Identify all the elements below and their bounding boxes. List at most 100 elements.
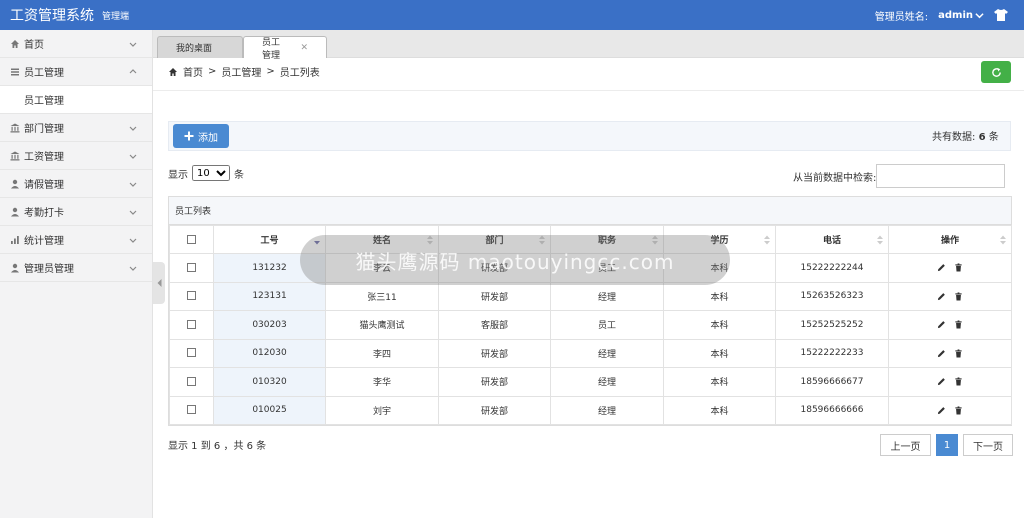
cell-education: 本科 xyxy=(663,395,776,425)
cell-actions xyxy=(888,310,1012,340)
cell-actions xyxy=(888,367,1012,397)
cell-id: 030203 xyxy=(213,310,326,340)
edit-icon[interactable] xyxy=(937,377,946,386)
cell-actions xyxy=(888,281,1012,311)
row-checkbox[interactable] xyxy=(187,291,196,301)
cell-department: 研发部 xyxy=(438,395,551,425)
sort-icon xyxy=(764,235,770,245)
user-area: 管理员姓名: admin xyxy=(875,8,1024,23)
cell-position: 经理 xyxy=(550,367,664,397)
refresh-icon xyxy=(991,67,1001,77)
cell-education: 本科 xyxy=(663,281,776,311)
table-info: 显示 1 到 6 ，共 6 条 xyxy=(168,441,267,452)
refresh-button[interactable] xyxy=(981,61,1011,83)
trash-icon[interactable] xyxy=(954,349,963,358)
close-icon[interactable]: ✕ xyxy=(300,43,308,53)
sidebar-subitem-employee-management[interactable]: 员工管理 xyxy=(0,86,152,114)
sidebar-item-attendance[interactable]: 考勤打卡 xyxy=(0,198,152,226)
trash-icon[interactable] xyxy=(954,263,963,272)
sidebar-item-label: 员工管理 xyxy=(24,68,64,79)
chevron-down-icon xyxy=(129,210,137,215)
row-checkbox[interactable] xyxy=(187,405,196,415)
trash-icon[interactable] xyxy=(954,377,963,386)
header-divider xyxy=(153,90,1024,91)
tab-bar: 我的桌面 员工管理 ✕ xyxy=(153,30,1024,61)
breadcrumb: 首页 > 员工管理 > 员工列表 xyxy=(168,64,320,79)
header-phone[interactable]: 电话 xyxy=(775,225,889,254)
chevron-down-icon xyxy=(129,182,137,187)
edit-icon[interactable] xyxy=(937,320,946,329)
cell-name: 猫头鹰测试 xyxy=(325,310,439,340)
cell-id: 123131 xyxy=(213,281,326,311)
page-length-select[interactable]: 10 xyxy=(192,165,230,181)
row-select[interactable] xyxy=(169,338,214,368)
breadcrumb-separator: > xyxy=(266,66,275,77)
shirt-icon[interactable] xyxy=(994,9,1008,21)
cell-department: 研发部 xyxy=(438,281,551,311)
row-checkbox[interactable] xyxy=(187,319,196,329)
chevron-down-icon xyxy=(129,154,137,159)
user-icon xyxy=(11,207,19,216)
sidebar-item-leave[interactable]: 请假管理 xyxy=(0,170,152,198)
trash-icon[interactable] xyxy=(954,406,963,415)
page-length-prefix: 显示 xyxy=(168,169,188,181)
row-checkbox[interactable] xyxy=(187,376,196,386)
watermark-banner: 猫头鹰源码 maotouyingcc.com xyxy=(300,235,730,285)
row-checkbox[interactable] xyxy=(187,348,196,358)
bank-icon xyxy=(10,123,20,132)
search-input[interactable] xyxy=(876,164,1006,188)
sidebar-collapse-handle[interactable] xyxy=(153,262,165,304)
tab-employee-management[interactable]: 员工管理 ✕ xyxy=(243,36,327,61)
row-select[interactable] xyxy=(169,281,214,311)
sidebar-item-admins[interactable]: 管理员管理 xyxy=(0,254,152,282)
sidebar-item-departments[interactable]: 部门管理 xyxy=(0,114,152,142)
cell-department: 客服部 xyxy=(438,310,551,340)
sidebar-item-statistics[interactable]: 统计管理 xyxy=(0,226,152,254)
edit-icon[interactable] xyxy=(937,349,946,358)
chevron-down-icon xyxy=(129,266,137,271)
cell-id: 010320 xyxy=(213,367,326,397)
row-select[interactable] xyxy=(169,310,214,340)
cell-phone: 15252525252 xyxy=(775,310,889,340)
chevron-down-icon xyxy=(129,126,137,131)
row-select[interactable] xyxy=(169,253,214,283)
row-select[interactable] xyxy=(169,395,214,425)
sidebar-item-employees[interactable]: 员工管理 xyxy=(0,58,152,86)
tab-desktop[interactable]: 我的桌面 xyxy=(157,36,243,58)
row-select[interactable] xyxy=(169,367,214,397)
page-1-button[interactable]: 1 xyxy=(936,434,958,456)
chevron-left-icon xyxy=(157,279,161,287)
edit-icon[interactable] xyxy=(937,263,946,272)
sidebar-item-home[interactable]: 首页 xyxy=(0,30,152,58)
user-icon xyxy=(11,179,19,188)
breadcrumb-home[interactable]: 首页 xyxy=(183,64,203,79)
top-bar: 工资管理系统 管理端 管理员姓名: admin xyxy=(0,0,1024,30)
cell-name: 李四 xyxy=(325,338,439,368)
list-icon xyxy=(11,68,19,75)
sidebar-item-label: 统计管理 xyxy=(24,236,64,247)
admin-label: 管理员姓名: xyxy=(874,11,929,23)
edit-icon[interactable] xyxy=(937,292,946,301)
cell-actions xyxy=(888,253,1012,283)
trash-icon[interactable] xyxy=(954,292,963,301)
trash-icon[interactable] xyxy=(954,320,963,329)
sort-icon xyxy=(877,235,883,245)
page-length: 显示 10 条 xyxy=(168,165,244,181)
action-bar xyxy=(168,121,1011,151)
header-select-all[interactable] xyxy=(169,225,214,254)
admin-menu[interactable]: admin xyxy=(938,10,984,21)
cell-name: 李华 xyxy=(325,367,439,397)
sidebar-item-salary[interactable]: 工资管理 xyxy=(0,142,152,170)
add-button[interactable]: 添加 xyxy=(173,124,229,148)
chevron-down-icon xyxy=(129,42,137,47)
table-row: 010025 刘宇 研发部 经理 本科 18596666666 xyxy=(169,395,1012,425)
select-all-checkbox[interactable] xyxy=(187,234,196,244)
next-page-button[interactable]: 下一页 xyxy=(963,434,1013,456)
row-checkbox[interactable] xyxy=(187,262,196,272)
edit-icon[interactable] xyxy=(937,406,946,415)
breadcrumb-employee-management[interactable]: 员工管理 xyxy=(221,64,261,79)
prev-page-button[interactable]: 上一页 xyxy=(880,434,931,456)
cell-department: 研发部 xyxy=(438,367,551,397)
cell-position: 经理 xyxy=(550,338,664,368)
sidebar-item-label: 管理员管理 xyxy=(24,264,74,275)
